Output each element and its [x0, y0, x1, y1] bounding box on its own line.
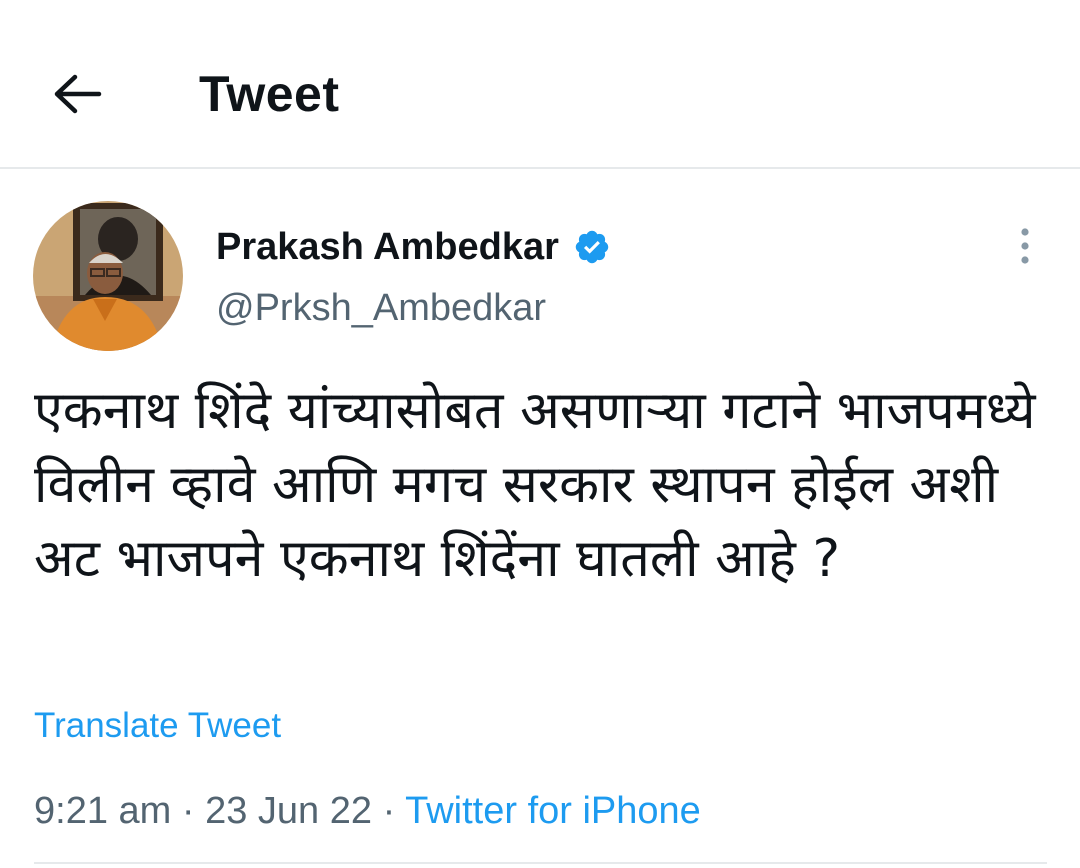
more-options-button[interactable]: [1004, 222, 1046, 270]
translate-tweet-link[interactable]: Translate Tweet: [34, 704, 281, 748]
meta-separator: ·: [181, 790, 195, 832]
tweet-metadata: 9:21 am · 23 Jun 22 · Twitter for iPhone: [34, 787, 701, 835]
tweet-time[interactable]: 9:21 am: [34, 790, 171, 832]
author-name[interactable]: Prakash Ambedkar: [216, 222, 611, 272]
divider: [34, 862, 1047, 864]
more-vertical-icon: [1021, 228, 1029, 264]
page-title: Tweet: [199, 66, 340, 122]
avatar[interactable]: [33, 201, 183, 351]
arrow-left-icon: [54, 74, 102, 114]
avatar-image: [33, 201, 183, 351]
tweet-source-link[interactable]: Twitter for iPhone: [405, 790, 701, 832]
author-handle[interactable]: @Prksh_Ambedkar: [216, 284, 546, 332]
author-name-text: Prakash Ambedkar: [216, 226, 559, 268]
tweet-text: एकनाथ शिंदे यांच्यासोबत असणाऱ्या गटाने भ…: [34, 381, 1036, 589]
tweet-date[interactable]: 23 Jun 22: [205, 790, 372, 832]
meta-separator: ·: [382, 790, 396, 832]
top-bar: Tweet: [0, 0, 1080, 169]
verified-badge-icon: [575, 230, 609, 264]
back-button[interactable]: [38, 58, 116, 130]
